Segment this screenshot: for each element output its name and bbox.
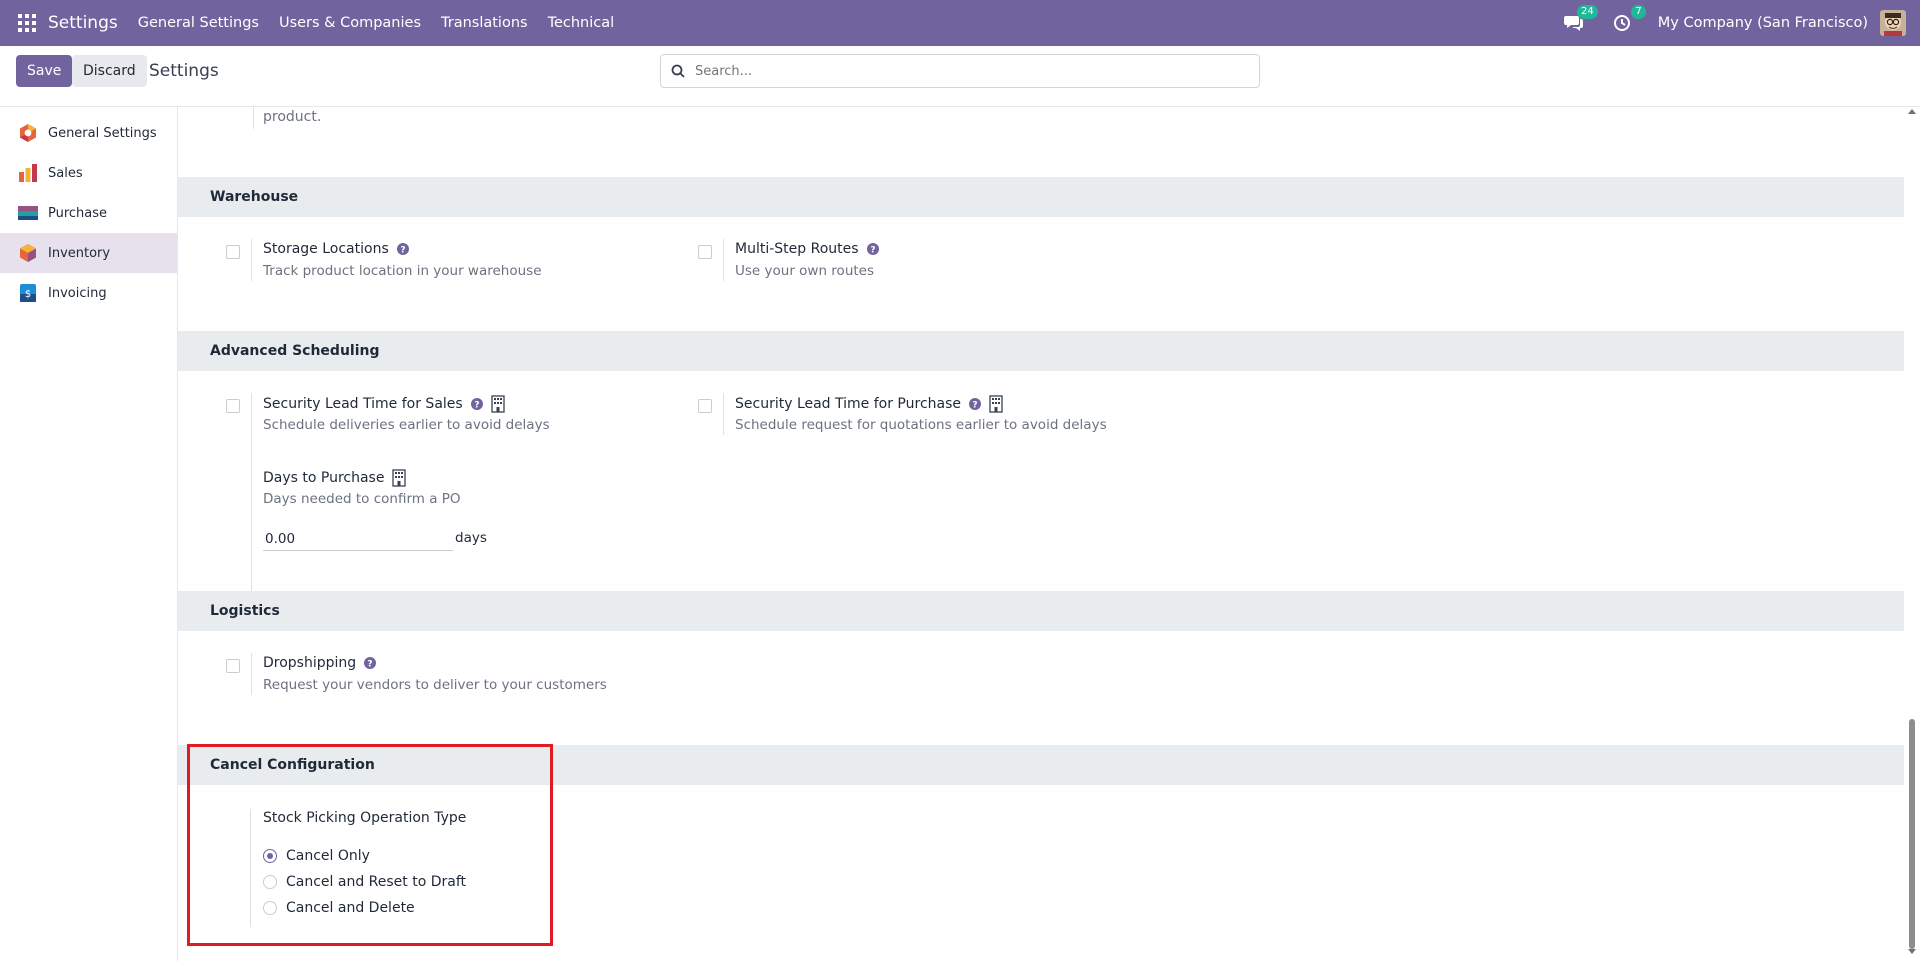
company-switcher[interactable]: My Company (San Francisco) — [1658, 15, 1868, 31]
dropshipping-title: Dropshipping ? — [263, 655, 377, 671]
save-button[interactable]: Save — [16, 55, 73, 87]
svg-text:?: ? — [870, 246, 875, 256]
svg-text:$: $ — [25, 289, 31, 300]
company-building-icon — [989, 395, 1003, 413]
sales-icon — [18, 163, 38, 183]
sidebar-item-label: Purchase — [48, 205, 108, 221]
multi-step-routes-title: Multi-Step Routes ? — [735, 241, 879, 257]
content-scrollbar[interactable] — [1904, 107, 1920, 961]
top-navbar: Settings General Settings Users & Compan… — [0, 0, 1920, 46]
setting-label: Security Lead Time for Sales — [263, 396, 463, 412]
settings-sidebar: General Settings Sales Purchase Inventor… — [0, 107, 178, 961]
help-icon[interactable]: ? — [396, 243, 409, 256]
general-settings-icon — [18, 123, 38, 143]
setting-label: Days to Purchase — [263, 470, 385, 486]
scroll-up-arrow-icon[interactable] — [1908, 109, 1916, 114]
section-header-warehouse: Warehouse — [178, 177, 1904, 217]
navbar-right: 24 7 My Company (San Francisco) — [1562, 5, 1920, 36]
sidebar-item-label: Inventory — [48, 245, 111, 261]
sidebar-item-sales[interactable]: Sales — [0, 153, 177, 193]
setting-divider — [723, 239, 724, 281]
help-icon[interactable]: ? — [969, 398, 982, 411]
setting-label: Storage Locations — [263, 241, 389, 257]
menu-translations[interactable]: Translations — [441, 15, 528, 31]
breadcrumb-title: Settings — [149, 61, 219, 81]
scrollbar-thumb[interactable] — [1909, 719, 1915, 949]
sales-lead-time-checkbox[interactable] — [226, 399, 240, 413]
scroll-down-arrow-icon[interactable] — [1908, 949, 1916, 954]
section-title: Advanced Scheduling — [210, 343, 380, 359]
settings-content: product. Warehouse Storage Locations ? T… — [178, 107, 1904, 961]
messages-badge: 24 — [1577, 5, 1598, 19]
invoicing-icon: $ — [18, 283, 38, 303]
setting-divider — [251, 393, 252, 593]
messages-icon[interactable]: 24 — [1562, 5, 1598, 35]
sales-lead-time-description: Schedule deliveries earlier to avoid del… — [263, 417, 550, 433]
nav-menu: General Settings Users & Companies Trans… — [138, 15, 634, 31]
setting-label: Dropshipping — [263, 655, 357, 671]
discard-button[interactable]: Discard — [72, 55, 147, 87]
sidebar-item-label: Invoicing — [48, 285, 107, 301]
sidebar-item-invoicing[interactable]: $ Invoicing — [0, 273, 177, 313]
search-input[interactable] — [693, 62, 1259, 80]
setting-divider — [723, 393, 724, 435]
activities-clock-icon[interactable]: 7 — [1610, 5, 1646, 35]
sidebar-item-general-settings[interactable]: General Settings — [0, 113, 177, 153]
svg-text:?: ? — [972, 401, 977, 411]
purchase-lead-time-checkbox[interactable] — [698, 399, 712, 413]
storage-locations-checkbox[interactable] — [226, 245, 240, 259]
section-title: Warehouse — [210, 189, 299, 205]
setting-divider — [251, 653, 252, 695]
activities-badge: 7 — [1631, 5, 1646, 19]
svg-text:?: ? — [400, 246, 405, 256]
setting-divider — [251, 239, 252, 281]
dropshipping-checkbox[interactable] — [226, 659, 240, 673]
previous-setting-fragment: product. — [263, 109, 322, 125]
purchase-icon — [18, 203, 38, 223]
highlight-box — [187, 744, 553, 946]
storage-locations-description: Track product location in your warehouse — [263, 263, 542, 279]
company-building-icon — [491, 395, 505, 413]
inventory-icon — [18, 243, 38, 263]
setting-label: Multi-Step Routes — [735, 241, 859, 257]
menu-general-settings[interactable]: General Settings — [138, 15, 259, 31]
user-avatar[interactable] — [1880, 10, 1906, 36]
dropshipping-description: Request your vendors to deliver to your … — [263, 677, 607, 693]
app-title[interactable]: Settings — [48, 13, 118, 33]
sidebar-item-label: Sales — [48, 165, 83, 181]
setting-label: Security Lead Time for Purchase — [735, 396, 962, 412]
menu-technical[interactable]: Technical — [548, 15, 615, 31]
company-building-icon — [392, 469, 407, 487]
storage-locations-title: Storage Locations ? — [263, 241, 409, 257]
purchase-lead-time-description: Schedule request for quotations earlier … — [735, 417, 1107, 433]
menu-users-companies[interactable]: Users & Companies — [279, 15, 421, 31]
help-icon[interactable]: ? — [866, 243, 879, 256]
section-header-logistics: Logistics — [178, 591, 1904, 631]
multi-step-routes-description: Use your own routes — [735, 263, 875, 279]
days-unit-label: days — [455, 530, 487, 546]
sales-lead-time-title: Security Lead Time for Sales ? — [263, 395, 505, 413]
svg-text:?: ? — [474, 401, 479, 411]
search-icon — [671, 64, 685, 78]
help-icon[interactable]: ? — [364, 657, 377, 670]
search-bar[interactable] — [660, 54, 1260, 88]
apps-menu-icon[interactable] — [14, 10, 40, 36]
days-to-purchase-input[interactable] — [263, 528, 453, 551]
sidebar-item-label: General Settings — [48, 125, 157, 141]
section-header-advanced-scheduling: Advanced Scheduling — [178, 331, 1904, 371]
purchase-lead-time-title: Security Lead Time for Purchase ? — [735, 395, 1003, 413]
svg-text:?: ? — [368, 660, 373, 670]
days-to-purchase-description: Days needed to confirm a PO — [263, 491, 461, 507]
section-title: Logistics — [210, 603, 280, 619]
sidebar-item-inventory[interactable]: Inventory — [0, 233, 177, 273]
help-icon[interactable]: ? — [470, 398, 483, 411]
control-panel: Save Discard Settings — [0, 46, 1920, 107]
sidebar-item-purchase[interactable]: Purchase — [0, 193, 177, 233]
days-to-purchase-title: Days to Purchase — [263, 469, 407, 487]
setting-divider — [253, 107, 254, 129]
multi-step-routes-checkbox[interactable] — [698, 245, 712, 259]
